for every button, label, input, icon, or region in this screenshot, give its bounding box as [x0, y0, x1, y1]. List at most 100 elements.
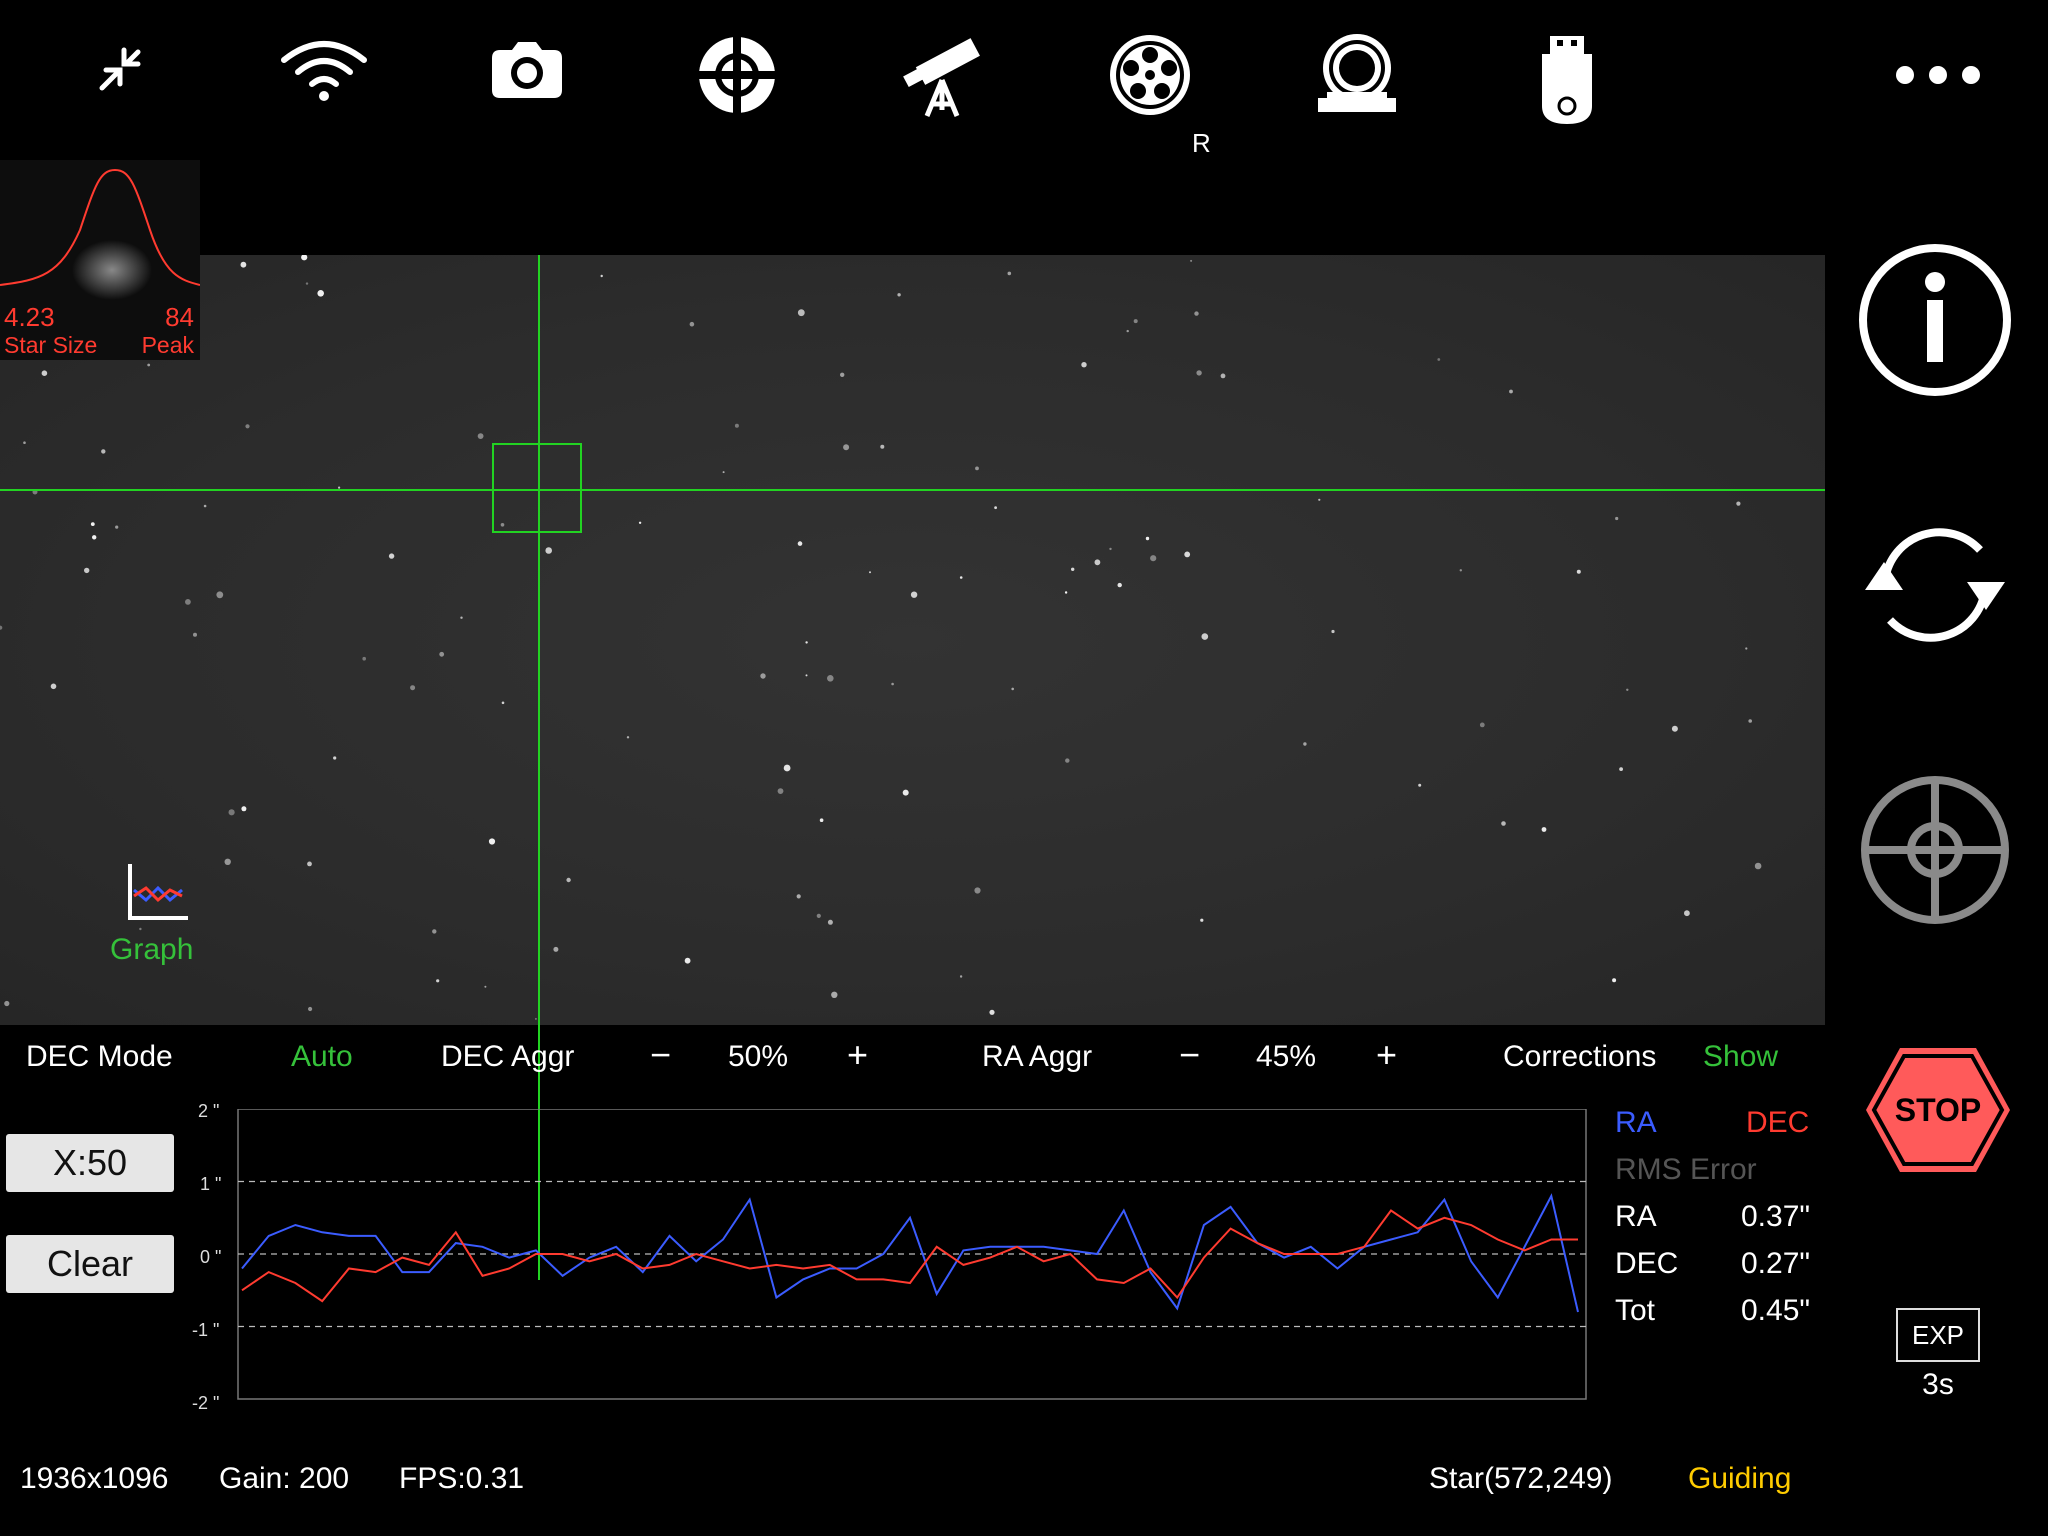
- star: [1201, 633, 1209, 640]
- guide-camera-image[interactable]: [0, 255, 1825, 1025]
- stop-icon: STOP: [1866, 1048, 2010, 1172]
- star: [783, 764, 791, 772]
- status-star-position: Star(572,249): [1429, 1462, 1613, 1495]
- dec-aggr-value: 50%: [728, 1040, 789, 1073]
- star: [545, 547, 552, 554]
- info-icon: [1859, 244, 2011, 396]
- star: [50, 683, 57, 690]
- rms-tot-value: 0.45": [1741, 1294, 1811, 1327]
- star: [1459, 569, 1463, 572]
- guide-target-icon[interactable]: [687, 30, 787, 140]
- star: [1150, 555, 1157, 562]
- star: [880, 444, 885, 449]
- loop-button[interactable]: [1855, 510, 2015, 665]
- star: [831, 991, 838, 998]
- guide-star-box[interactable]: [492, 443, 582, 533]
- star: [317, 290, 325, 297]
- legend-dec: DEC: [1746, 1106, 1810, 1139]
- star: [439, 651, 445, 657]
- collapse-icon[interactable]: [70, 30, 170, 140]
- star: [436, 979, 440, 983]
- status-gain: Gain: 200: [219, 1462, 350, 1495]
- star-size-value: 4.23: [4, 302, 55, 332]
- corrections-toggle[interactable]: Show: [1703, 1040, 1778, 1074]
- guide-target-button[interactable]: [1855, 770, 2015, 935]
- exposure-button[interactable]: EXP: [1896, 1308, 1980, 1362]
- wifi-icon[interactable]: [274, 30, 374, 140]
- more-icon[interactable]: [1888, 60, 1988, 170]
- star: [185, 599, 191, 605]
- stop-button[interactable]: STOP: [1858, 1040, 2018, 1185]
- graph-icon: [128, 864, 188, 920]
- star: [734, 423, 739, 428]
- star: [1094, 559, 1101, 566]
- star: [1133, 319, 1138, 324]
- star: [305, 282, 309, 285]
- dec-mode-value[interactable]: Auto: [291, 1040, 353, 1074]
- star: [1754, 862, 1762, 870]
- star: [684, 957, 691, 964]
- y-tick-label: 2 ": [198, 1101, 220, 1121]
- star: [777, 788, 784, 794]
- star: [816, 913, 821, 919]
- star: [1437, 358, 1441, 361]
- star: [216, 591, 224, 599]
- star: [959, 975, 963, 978]
- y-tick-label: -1 ": [192, 1320, 220, 1340]
- star: [600, 274, 603, 278]
- series-line-dec: [241, 1209, 1578, 1303]
- star: [1501, 821, 1506, 826]
- star: [626, 736, 630, 739]
- star-profile-curve: [0, 168, 200, 300]
- star: [1220, 373, 1226, 379]
- ra-aggr-plus-button[interactable]: +: [1376, 1034, 1397, 1076]
- star: [805, 641, 808, 644]
- peak-value: 84: [165, 302, 194, 332]
- star: [1576, 569, 1581, 574]
- star-profile-panel: 4.23 84 Star Size Peak: [0, 160, 200, 360]
- star: [1200, 918, 1204, 922]
- star: [1190, 259, 1193, 262]
- telescope-icon[interactable]: [892, 30, 992, 140]
- star: [1671, 725, 1678, 732]
- dec-aggr-plus-button[interactable]: +: [847, 1034, 868, 1076]
- ra-aggr-value: 45%: [1256, 1040, 1317, 1073]
- star: [101, 449, 106, 454]
- focuser-icon[interactable]: [1307, 30, 1407, 140]
- star: [534, 1017, 537, 1020]
- rms-tot-label: Tot: [1615, 1294, 1656, 1327]
- star: [432, 929, 437, 934]
- camera-icon[interactable]: [477, 30, 577, 140]
- filter-wheel-icon[interactable]: [1100, 30, 1200, 140]
- star: [994, 506, 997, 510]
- star: [477, 433, 484, 439]
- star: [90, 522, 95, 526]
- star: [1145, 536, 1150, 541]
- star: [1736, 501, 1741, 506]
- star: [553, 946, 559, 952]
- star: [23, 441, 26, 444]
- info-button[interactable]: [1855, 240, 2015, 405]
- star: [308, 1006, 313, 1012]
- rms-dec-label: DEC: [1615, 1247, 1679, 1280]
- star: [959, 576, 963, 579]
- usb-storage-icon[interactable]: [1517, 30, 1617, 140]
- star: [1612, 978, 1617, 983]
- rms-dec-value: 0.27": [1741, 1247, 1811, 1280]
- star: [1117, 582, 1122, 588]
- ra-aggr-label: RA Aggr: [982, 1040, 1093, 1073]
- star: [843, 444, 850, 451]
- y-tick-label: 0 ": [200, 1247, 222, 1267]
- star: [41, 370, 48, 376]
- star: [1748, 719, 1752, 723]
- graph-toggle[interactable]: Graph: [110, 860, 210, 967]
- star: [689, 321, 695, 327]
- dec-aggr-minus-button[interactable]: −: [650, 1034, 671, 1076]
- star: [722, 471, 725, 474]
- star: [1011, 687, 1014, 691]
- filter-label: R: [1192, 128, 1211, 158]
- ra-aggr-minus-button[interactable]: −: [1179, 1034, 1200, 1076]
- star-size-label: Star Size: [4, 332, 98, 358]
- star: [797, 309, 805, 317]
- star: [1065, 758, 1070, 763]
